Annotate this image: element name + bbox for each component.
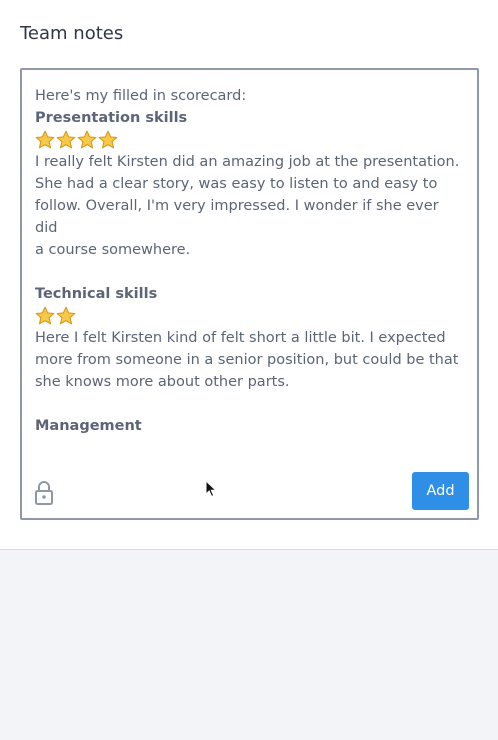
add-button[interactable]: Add xyxy=(412,472,469,510)
body-line: Here I felt Kirsten kind of felt short a… xyxy=(35,330,446,346)
team-notes-panel: Team notes Here's my filled in scorecard… xyxy=(0,0,498,550)
star-rating-technical xyxy=(35,305,463,327)
section-heading-presentation: Presentation skills xyxy=(35,110,188,126)
star-icon xyxy=(35,130,55,150)
body-line: I really felt Kirsten did an amazing job… xyxy=(35,154,460,170)
body-line: She had a clear story, was easy to liste… xyxy=(35,176,438,192)
section-heading-management: Management xyxy=(35,418,142,434)
mouse-pointer-icon xyxy=(205,479,218,498)
editor-content[interactable]: Here's my filled in scorecard: Presentat… xyxy=(35,85,463,437)
body-line: more from someone in a senior position, … xyxy=(35,352,459,368)
panel-title: Team notes xyxy=(20,23,124,44)
star-icon xyxy=(35,306,55,326)
star-rating-presentation xyxy=(35,129,463,151)
star-icon xyxy=(98,130,118,150)
star-icon xyxy=(56,130,76,150)
body-line: follow. Overall, I'm very impressed. I w… xyxy=(35,198,439,236)
notes-editor[interactable]: Here's my filled in scorecard: Presentat… xyxy=(20,68,479,520)
intro-line: Here's my filled in scorecard: xyxy=(35,88,247,104)
star-icon xyxy=(77,130,97,150)
star-icon xyxy=(56,306,76,326)
body-line: a course somewhere. xyxy=(35,242,191,258)
body-line: she knows more about other parts. xyxy=(35,374,290,390)
section-heading-technical: Technical skills xyxy=(35,286,158,302)
lock-icon[interactable] xyxy=(34,480,54,506)
